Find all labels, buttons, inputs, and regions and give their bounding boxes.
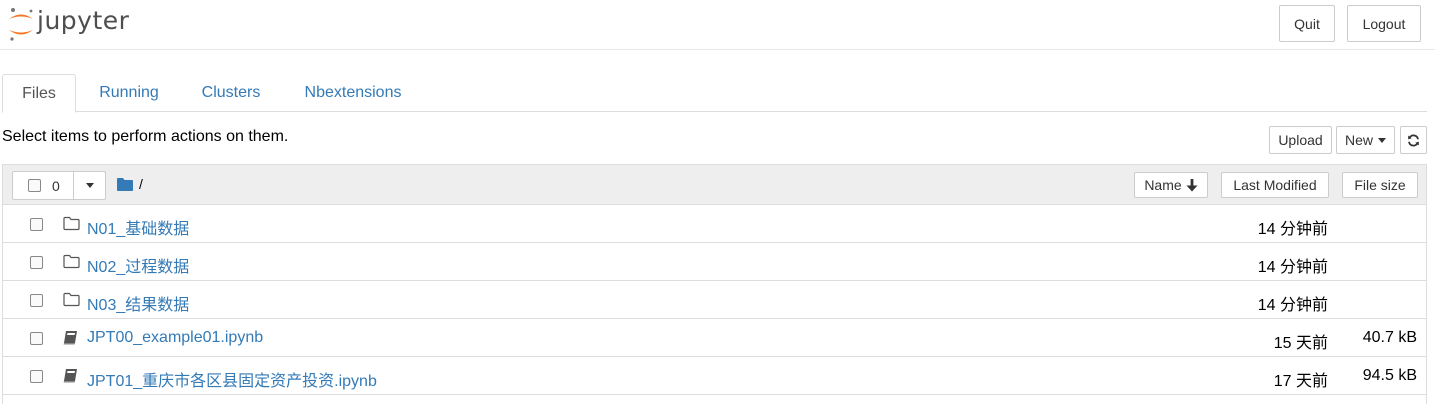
logout-button[interactable]: Logout	[1347, 5, 1421, 42]
folder-outline-icon	[63, 292, 80, 307]
quit-button[interactable]: Quit	[1279, 5, 1335, 42]
item-modified: 14 分钟前	[1257, 297, 1328, 314]
tab-running[interactable]: Running	[86, 74, 172, 112]
new-dropdown-button[interactable]: New	[1336, 126, 1395, 154]
arrow-down-icon	[1186, 178, 1198, 191]
item-name-link[interactable]: N03_结果数据	[87, 291, 189, 315]
list-item[interactable]: N02_过程数据 14 分钟前	[3, 243, 1426, 281]
breadcrumb-root[interactable]: /	[139, 176, 143, 192]
select-all-toggle[interactable]: 0	[13, 172, 74, 199]
tab-clusters[interactable]: Clusters	[188, 74, 274, 112]
item-checkbox[interactable]	[30, 332, 43, 345]
item-checkbox[interactable]	[30, 294, 43, 307]
list-item[interactable]: JPT01_重庆市各区县固定资产投资.ipynb 17 天前 94.5 kB	[3, 357, 1426, 395]
item-checkbox[interactable]	[30, 370, 43, 383]
item-name-link[interactable]: N02_过程数据	[87, 253, 189, 277]
tab-nbextensions[interactable]: Nbextensions	[292, 74, 414, 112]
item-modified: 14 分钟前	[1257, 221, 1328, 238]
upload-button[interactable]: Upload	[1269, 126, 1332, 154]
item-name-link[interactable]: JPT00_example01.ipynb	[87, 329, 263, 347]
logo-text: jupyter	[37, 5, 130, 35]
tab-bar: Files Running Clusters Nbextensions	[2, 74, 1427, 113]
file-list-header: 0 / Name Last Modified File size	[3, 165, 1426, 205]
folder-outline-icon	[63, 216, 80, 231]
file-list: 0 / Name Last Modified File size N01_基础数…	[2, 164, 1427, 404]
notebook-icon	[63, 331, 77, 345]
item-checkbox[interactable]	[30, 256, 43, 269]
folder-icon[interactable]	[117, 177, 133, 191]
new-button-label: New	[1344, 132, 1373, 148]
caret-down-icon	[1378, 137, 1386, 143]
list-item[interactable]: JPT00_example01.ipynb 15 天前 40.7 kB	[3, 319, 1426, 357]
item-checkbox[interactable]	[30, 218, 43, 231]
select-menu-button[interactable]	[74, 172, 105, 199]
select-all-group: 0	[12, 171, 106, 200]
header-bar: jupyter Quit Logout	[0, 0, 1435, 50]
item-size: 40.7 kB	[1362, 329, 1417, 346]
breadcrumb: /	[117, 176, 143, 192]
item-size: 94.5 kB	[1362, 367, 1417, 384]
refresh-icon	[1408, 134, 1419, 146]
sort-by-modified-button[interactable]: Last Modified	[1221, 172, 1329, 198]
jupyter-logo[interactable]: jupyter	[6, 6, 156, 42]
select-all-checkbox[interactable]	[28, 179, 41, 192]
item-modified: 15 天前	[1273, 335, 1328, 352]
item-name-link[interactable]: JPT01_重庆市各区县固定资产投资.ipynb	[87, 367, 377, 391]
jupyter-logo-icon	[9, 8, 33, 41]
item-name-link[interactable]: N01_基础数据	[87, 215, 189, 239]
list-item[interactable]: N01_基础数据 14 分钟前	[3, 205, 1426, 243]
selected-count: 0	[52, 177, 60, 194]
folder-outline-icon	[63, 254, 80, 269]
sort-by-name-button[interactable]: Name	[1134, 172, 1208, 198]
list-item[interactable]: N03_结果数据 14 分钟前	[3, 281, 1426, 319]
selection-hint: Select items to perform actions on them.	[2, 128, 289, 145]
item-modified: 14 分钟前	[1257, 259, 1328, 276]
tab-files[interactable]: Files	[2, 74, 76, 113]
notebook-icon	[63, 369, 77, 383]
sort-name-label: Name	[1144, 177, 1182, 193]
refresh-button[interactable]	[1400, 126, 1427, 154]
item-modified: 17 天前	[1273, 373, 1328, 390]
sort-by-size-button[interactable]: File size	[1342, 172, 1418, 198]
caret-down-icon	[85, 183, 94, 188]
